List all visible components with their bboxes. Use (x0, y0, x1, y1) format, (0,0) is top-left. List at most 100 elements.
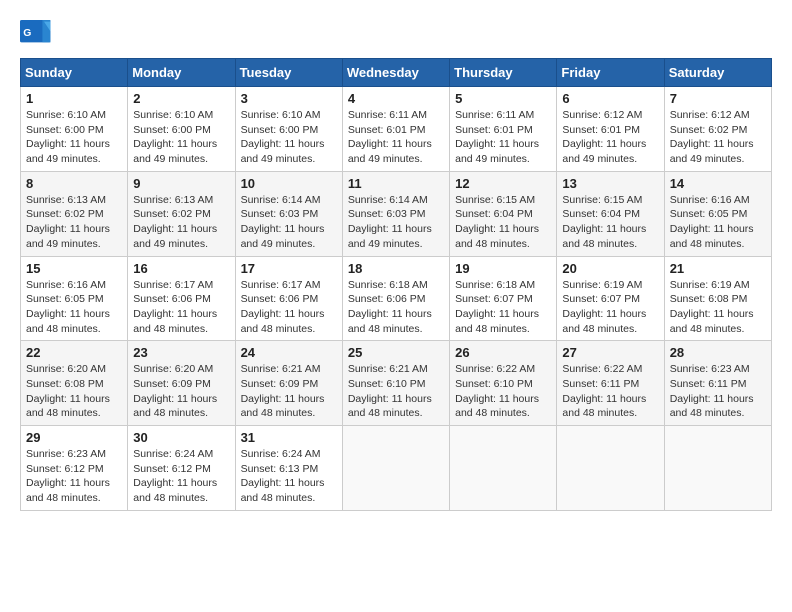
day-number: 22 (26, 345, 122, 360)
calendar-day-cell: 8 Sunrise: 6:13 AM Sunset: 6:02 PM Dayli… (21, 171, 128, 256)
calendar-week-row: 15 Sunrise: 6:16 AM Sunset: 6:05 PM Dayl… (21, 256, 772, 341)
calendar-day-cell: 29 Sunrise: 6:23 AM Sunset: 6:12 PM Dayl… (21, 426, 128, 511)
day-number: 29 (26, 430, 122, 445)
calendar-day-cell: 17 Sunrise: 6:17 AM Sunset: 6:06 PM Dayl… (235, 256, 342, 341)
day-number: 21 (670, 261, 766, 276)
day-info: Sunrise: 6:22 AM Sunset: 6:11 PM Dayligh… (562, 362, 658, 421)
calendar-day-cell: 28 Sunrise: 6:23 AM Sunset: 6:11 PM Dayl… (664, 341, 771, 426)
weekday-header-row: SundayMondayTuesdayWednesdayThursdayFrid… (21, 59, 772, 87)
day-info: Sunrise: 6:11 AM Sunset: 6:01 PM Dayligh… (455, 108, 551, 167)
weekday-header-cell: Friday (557, 59, 664, 87)
day-number: 2 (133, 91, 229, 106)
day-info: Sunrise: 6:17 AM Sunset: 6:06 PM Dayligh… (241, 278, 337, 337)
calendar-day-cell: 23 Sunrise: 6:20 AM Sunset: 6:09 PM Dayl… (128, 341, 235, 426)
calendar-day-cell: 31 Sunrise: 6:24 AM Sunset: 6:13 PM Dayl… (235, 426, 342, 511)
calendar-table: SundayMondayTuesdayWednesdayThursdayFrid… (20, 58, 772, 511)
calendar-day-cell: 27 Sunrise: 6:22 AM Sunset: 6:11 PM Dayl… (557, 341, 664, 426)
day-info: Sunrise: 6:21 AM Sunset: 6:09 PM Dayligh… (241, 362, 337, 421)
calendar-day-cell: 10 Sunrise: 6:14 AM Sunset: 6:03 PM Dayl… (235, 171, 342, 256)
calendar-day-cell: 25 Sunrise: 6:21 AM Sunset: 6:10 PM Dayl… (342, 341, 449, 426)
day-number: 9 (133, 176, 229, 191)
day-number: 24 (241, 345, 337, 360)
calendar-day-cell (557, 426, 664, 511)
calendar-day-cell: 9 Sunrise: 6:13 AM Sunset: 6:02 PM Dayli… (128, 171, 235, 256)
day-number: 15 (26, 261, 122, 276)
day-info: Sunrise: 6:18 AM Sunset: 6:06 PM Dayligh… (348, 278, 444, 337)
logo-icon: G (20, 20, 52, 48)
calendar-day-cell: 7 Sunrise: 6:12 AM Sunset: 6:02 PM Dayli… (664, 87, 771, 172)
day-number: 8 (26, 176, 122, 191)
day-number: 31 (241, 430, 337, 445)
day-info: Sunrise: 6:16 AM Sunset: 6:05 PM Dayligh… (26, 278, 122, 337)
page-header: G (20, 20, 772, 48)
day-info: Sunrise: 6:13 AM Sunset: 6:02 PM Dayligh… (26, 193, 122, 252)
calendar-week-row: 29 Sunrise: 6:23 AM Sunset: 6:12 PM Dayl… (21, 426, 772, 511)
calendar-day-cell: 14 Sunrise: 6:16 AM Sunset: 6:05 PM Dayl… (664, 171, 771, 256)
calendar-day-cell: 21 Sunrise: 6:19 AM Sunset: 6:08 PM Dayl… (664, 256, 771, 341)
day-number: 23 (133, 345, 229, 360)
day-number: 7 (670, 91, 766, 106)
weekday-header-cell: Saturday (664, 59, 771, 87)
day-info: Sunrise: 6:10 AM Sunset: 6:00 PM Dayligh… (133, 108, 229, 167)
day-info: Sunrise: 6:10 AM Sunset: 6:00 PM Dayligh… (26, 108, 122, 167)
day-number: 13 (562, 176, 658, 191)
calendar-body: 1 Sunrise: 6:10 AM Sunset: 6:00 PM Dayli… (21, 87, 772, 511)
weekday-header-cell: Sunday (21, 59, 128, 87)
calendar-day-cell: 11 Sunrise: 6:14 AM Sunset: 6:03 PM Dayl… (342, 171, 449, 256)
day-info: Sunrise: 6:10 AM Sunset: 6:00 PM Dayligh… (241, 108, 337, 167)
day-number: 17 (241, 261, 337, 276)
day-number: 12 (455, 176, 551, 191)
day-number: 27 (562, 345, 658, 360)
day-number: 19 (455, 261, 551, 276)
day-number: 26 (455, 345, 551, 360)
calendar-day-cell: 5 Sunrise: 6:11 AM Sunset: 6:01 PM Dayli… (450, 87, 557, 172)
day-number: 28 (670, 345, 766, 360)
calendar-day-cell: 30 Sunrise: 6:24 AM Sunset: 6:12 PM Dayl… (128, 426, 235, 511)
day-info: Sunrise: 6:12 AM Sunset: 6:01 PM Dayligh… (562, 108, 658, 167)
day-number: 18 (348, 261, 444, 276)
day-info: Sunrise: 6:22 AM Sunset: 6:10 PM Dayligh… (455, 362, 551, 421)
day-number: 30 (133, 430, 229, 445)
calendar-day-cell: 1 Sunrise: 6:10 AM Sunset: 6:00 PM Dayli… (21, 87, 128, 172)
day-number: 5 (455, 91, 551, 106)
calendar-day-cell: 19 Sunrise: 6:18 AM Sunset: 6:07 PM Dayl… (450, 256, 557, 341)
day-number: 3 (241, 91, 337, 106)
calendar-day-cell: 13 Sunrise: 6:15 AM Sunset: 6:04 PM Dayl… (557, 171, 664, 256)
calendar-day-cell: 26 Sunrise: 6:22 AM Sunset: 6:10 PM Dayl… (450, 341, 557, 426)
day-number: 11 (348, 176, 444, 191)
calendar-week-row: 8 Sunrise: 6:13 AM Sunset: 6:02 PM Dayli… (21, 171, 772, 256)
day-info: Sunrise: 6:13 AM Sunset: 6:02 PM Dayligh… (133, 193, 229, 252)
calendar-day-cell: 3 Sunrise: 6:10 AM Sunset: 6:00 PM Dayli… (235, 87, 342, 172)
day-info: Sunrise: 6:23 AM Sunset: 6:12 PM Dayligh… (26, 447, 122, 506)
day-info: Sunrise: 6:20 AM Sunset: 6:08 PM Dayligh… (26, 362, 122, 421)
calendar-day-cell: 15 Sunrise: 6:16 AM Sunset: 6:05 PM Dayl… (21, 256, 128, 341)
calendar-week-row: 22 Sunrise: 6:20 AM Sunset: 6:08 PM Dayl… (21, 341, 772, 426)
day-number: 20 (562, 261, 658, 276)
weekday-header-cell: Monday (128, 59, 235, 87)
calendar-day-cell: 6 Sunrise: 6:12 AM Sunset: 6:01 PM Dayli… (557, 87, 664, 172)
day-number: 6 (562, 91, 658, 106)
day-info: Sunrise: 6:20 AM Sunset: 6:09 PM Dayligh… (133, 362, 229, 421)
day-info: Sunrise: 6:19 AM Sunset: 6:08 PM Dayligh… (670, 278, 766, 337)
weekday-header-cell: Thursday (450, 59, 557, 87)
calendar-day-cell: 4 Sunrise: 6:11 AM Sunset: 6:01 PM Dayli… (342, 87, 449, 172)
svg-text:G: G (23, 28, 31, 39)
logo: G (20, 20, 54, 48)
calendar-day-cell (342, 426, 449, 511)
day-info: Sunrise: 6:18 AM Sunset: 6:07 PM Dayligh… (455, 278, 551, 337)
calendar-day-cell: 20 Sunrise: 6:19 AM Sunset: 6:07 PM Dayl… (557, 256, 664, 341)
day-number: 4 (348, 91, 444, 106)
day-number: 14 (670, 176, 766, 191)
calendar-day-cell (450, 426, 557, 511)
day-number: 16 (133, 261, 229, 276)
day-info: Sunrise: 6:11 AM Sunset: 6:01 PM Dayligh… (348, 108, 444, 167)
calendar-day-cell: 2 Sunrise: 6:10 AM Sunset: 6:00 PM Dayli… (128, 87, 235, 172)
day-info: Sunrise: 6:15 AM Sunset: 6:04 PM Dayligh… (455, 193, 551, 252)
day-info: Sunrise: 6:14 AM Sunset: 6:03 PM Dayligh… (348, 193, 444, 252)
day-info: Sunrise: 6:14 AM Sunset: 6:03 PM Dayligh… (241, 193, 337, 252)
day-number: 25 (348, 345, 444, 360)
day-info: Sunrise: 6:17 AM Sunset: 6:06 PM Dayligh… (133, 278, 229, 337)
calendar-day-cell: 16 Sunrise: 6:17 AM Sunset: 6:06 PM Dayl… (128, 256, 235, 341)
day-info: Sunrise: 6:24 AM Sunset: 6:13 PM Dayligh… (241, 447, 337, 506)
day-number: 10 (241, 176, 337, 191)
